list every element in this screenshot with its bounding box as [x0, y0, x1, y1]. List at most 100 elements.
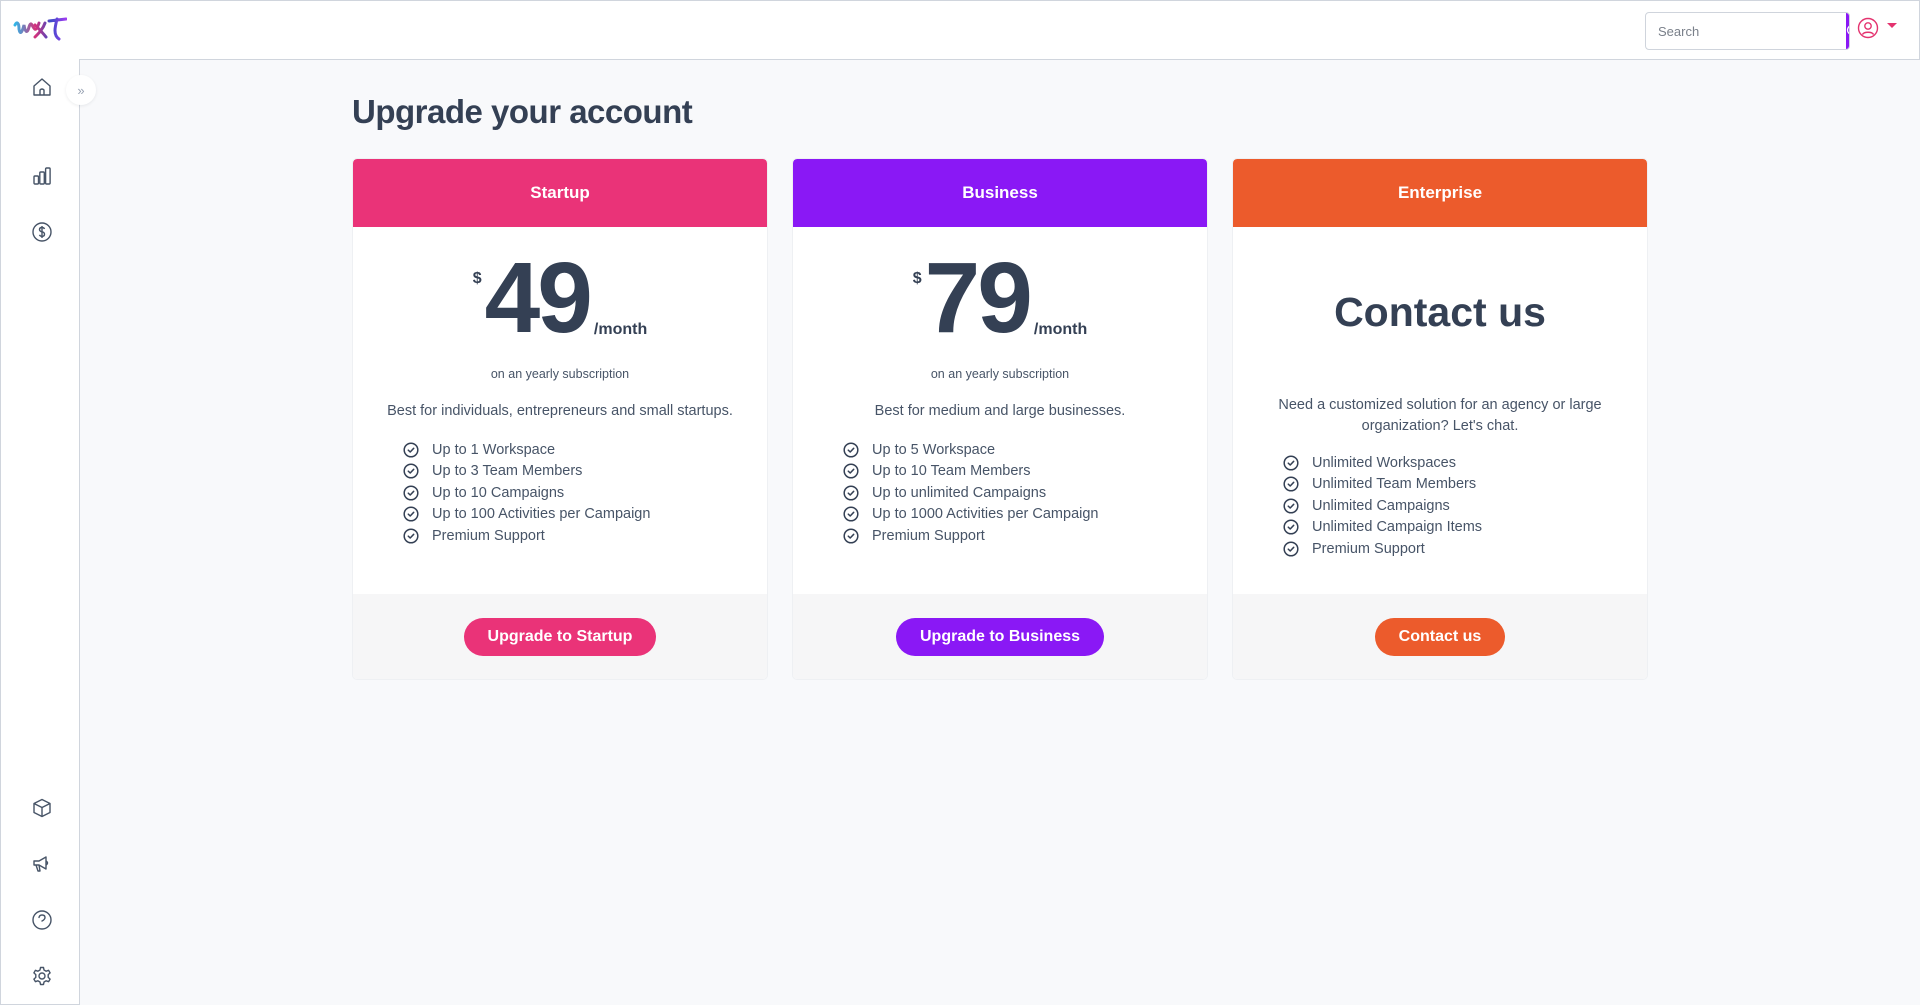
feature-text: Up to 1 Workspace: [432, 441, 556, 458]
contact-us-button[interactable]: Contact us: [1374, 617, 1506, 656]
search-input[interactable]: [1646, 13, 1846, 49]
feature-item: Premium Support: [843, 525, 1099, 547]
sidebar-item-analytics[interactable]: [29, 163, 55, 189]
check-circle-icon: [843, 528, 859, 544]
feature-item: Up to unlimited Campaigns: [843, 482, 1099, 504]
plan-header: Startup: [353, 159, 767, 227]
check-circle-icon: [843, 463, 859, 479]
price-period: /month: [1033, 321, 1088, 338]
feature-list: Unlimited Workspaces Unlimited Team Memb…: [1283, 452, 1482, 560]
plan-footer: Contact us: [1233, 594, 1647, 679]
bar-chart-icon: [33, 167, 51, 185]
sidebar-item-campaigns[interactable]: [29, 851, 55, 877]
upgrade-business-button[interactable]: Upgrade to Business: [895, 617, 1105, 656]
feature-list: Up to 5 Workspace Up to 10 Team Members …: [843, 439, 1099, 547]
billing-note: on an yearly subscription: [930, 367, 1070, 381]
wxt-logo[interactable]: [13, 15, 67, 45]
sidebar-item-billing[interactable]: [29, 219, 55, 245]
feature-text: Up to 10 Campaigns: [432, 484, 565, 501]
price-amount: 79: [924, 242, 1033, 354]
feature-item: Up to 3 Team Members: [403, 461, 650, 483]
feature-item: Premium Support: [1283, 538, 1482, 560]
feature-item: Premium Support: [403, 525, 650, 547]
plan-header: Enterprise: [1233, 159, 1647, 227]
check-circle-icon: [843, 506, 859, 522]
megaphone-icon: [33, 856, 49, 872]
feature-item: Up to 1 Workspace: [403, 439, 650, 461]
plan-price: $ 49 /month: [353, 242, 767, 354]
home-icon: [33, 78, 51, 96]
gear-icon: [33, 966, 51, 986]
plan-header: Business: [793, 159, 1207, 227]
feature-item: Up to 100 Activities per Campaign: [403, 504, 650, 526]
search-icon: [1846, 25, 1849, 35]
check-circle-icon: [1283, 455, 1299, 471]
upgrade-startup-button[interactable]: Upgrade to Startup: [463, 617, 657, 656]
check-circle-icon: [1283, 498, 1299, 514]
currency-symbol: $: [912, 270, 922, 287]
cube-icon: [33, 798, 51, 818]
feature-text: Unlimited Workspaces: [1312, 454, 1456, 471]
plan-price: $ 79 /month: [793, 242, 1207, 354]
feature-text: Up to 3 Team Members: [432, 463, 583, 480]
feature-text: Unlimited Campaign Items: [1312, 519, 1483, 536]
plan-headline: Contact us: [1334, 289, 1546, 335]
check-circle-icon: [403, 442, 419, 458]
check-circle-icon: [843, 485, 859, 501]
sidebar-item-products[interactable]: [29, 795, 55, 821]
check-circle-icon: [403, 506, 419, 522]
currency-symbol: $: [472, 270, 482, 287]
feature-text: Premium Support: [432, 527, 545, 544]
caret-down-icon: [1887, 22, 1897, 28]
plan-name: Business: [962, 183, 1038, 202]
feature-list: Up to 1 Workspace Up to 3 Team Members U…: [403, 439, 650, 547]
feature-item: Unlimited Campaign Items: [1283, 517, 1482, 539]
billing-note: on an yearly subscription: [490, 367, 630, 381]
feature-text: Up to 1000 Activities per Campaign: [872, 506, 1099, 523]
check-circle-icon: [403, 463, 419, 479]
sidebar-item-settings[interactable]: [29, 963, 55, 989]
top-bar: [0, 0, 1920, 60]
plan-description: Best for individuals, entrepreneurs and …: [387, 403, 733, 419]
check-circle-icon: [843, 442, 859, 458]
feature-item: Up to 1000 Activities per Campaign: [843, 504, 1099, 526]
sidebar-expand-button[interactable]: »: [66, 75, 96, 105]
check-circle-icon: [1283, 541, 1299, 557]
feature-text: Unlimited Campaigns: [1312, 497, 1450, 514]
sidebar: [0, 59, 80, 1005]
feature-item: Unlimited Team Members: [1283, 474, 1482, 496]
search-box: [1645, 12, 1850, 50]
sidebar-item-home[interactable]: [29, 74, 55, 100]
feature-item: Unlimited Workspaces: [1283, 452, 1482, 474]
plan-name: Startup: [530, 183, 590, 202]
check-circle-icon: [403, 528, 419, 544]
plan-card-enterprise: Enterprise Contact us Need a customized …: [1233, 159, 1647, 679]
check-circle-icon: [1283, 519, 1299, 535]
feature-text: Up to unlimited Campaigns: [872, 484, 1047, 501]
help-circle-icon: [32, 910, 52, 930]
chevrons-right-icon: »: [77, 82, 85, 98]
feature-item: Unlimited Campaigns: [1283, 495, 1482, 517]
price-period: /month: [593, 321, 648, 338]
check-circle-icon: [403, 485, 419, 501]
sidebar-item-help[interactable]: [29, 907, 55, 933]
feature-text: Up to 100 Activities per Campaign: [432, 506, 651, 523]
user-circle-icon: [1857, 17, 1879, 39]
check-circle-icon: [1283, 476, 1299, 492]
price-amount: 49: [484, 242, 593, 354]
plan-card-startup: Startup $ 49 /month on an yearly subscri…: [353, 159, 767, 679]
page-title: Upgrade your account: [352, 93, 693, 130]
feature-text: Up to 5 Workspace: [872, 441, 996, 458]
search-button[interactable]: [1846, 13, 1849, 49]
plan-name: Enterprise: [1397, 183, 1483, 202]
plan-footer: Upgrade to Business: [793, 594, 1207, 679]
dollar-circle-icon: [32, 222, 52, 242]
feature-text: Unlimited Team Members: [1312, 476, 1477, 493]
feature-item: Up to 10 Campaigns: [403, 482, 650, 504]
user-menu[interactable]: [1857, 17, 1897, 39]
feature-item: Up to 10 Team Members: [843, 461, 1099, 483]
plan-description: Need a customized solution for an agency…: [1278, 397, 1602, 434]
plan-description: Best for medium and large businesses.: [874, 403, 1126, 419]
plan-footer: Upgrade to Startup: [353, 594, 767, 679]
feature-text: Premium Support: [1312, 540, 1425, 557]
